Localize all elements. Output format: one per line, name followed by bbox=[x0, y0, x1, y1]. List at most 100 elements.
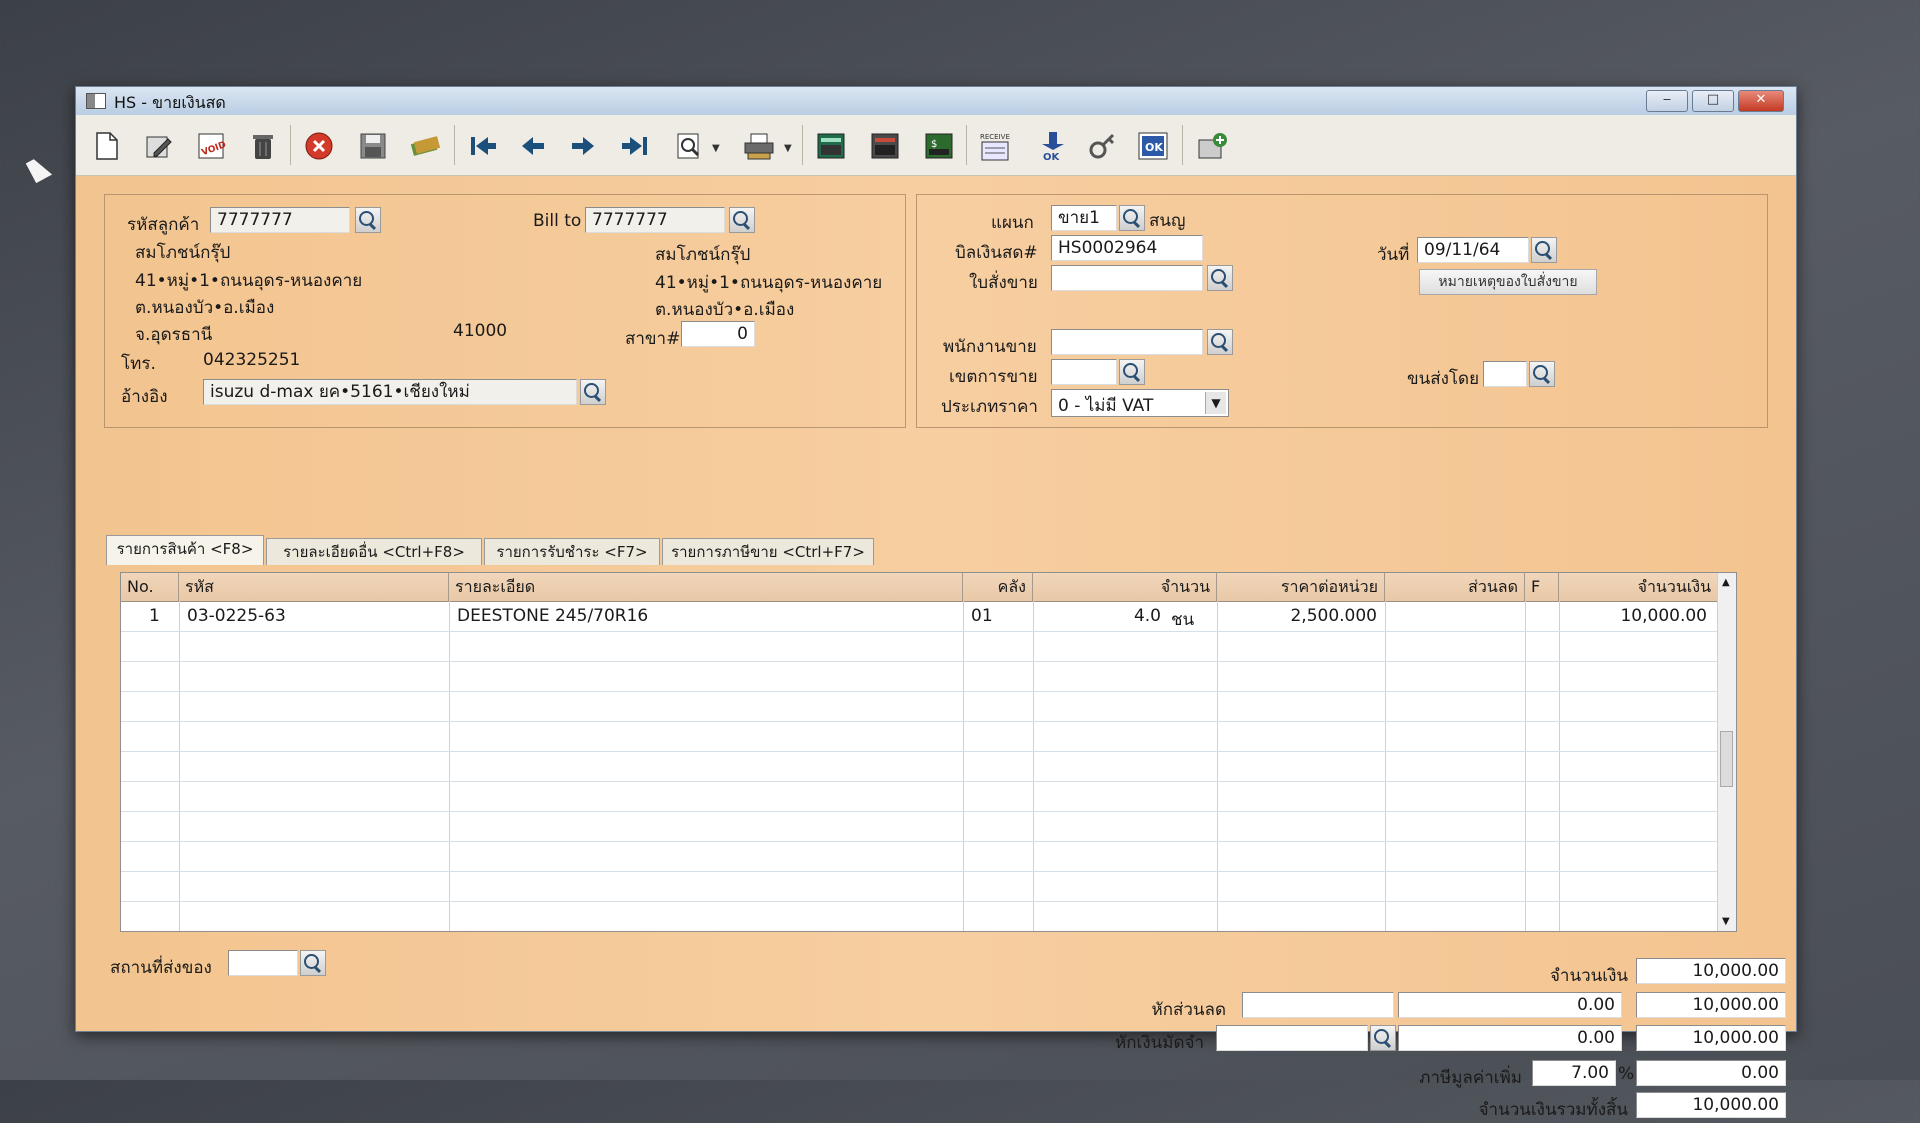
tab-items[interactable]: รายการสินค้า <F8> bbox=[106, 535, 264, 565]
reference-search-button[interactable] bbox=[580, 379, 606, 405]
row-divider bbox=[121, 751, 1718, 752]
search-icon bbox=[358, 210, 374, 226]
save-disk-icon[interactable] bbox=[356, 129, 390, 163]
customer-code-field[interactable]: 7777777 bbox=[210, 207, 350, 233]
department-field[interactable]: ขาย1 bbox=[1051, 205, 1117, 231]
deposit-ref-field[interactable] bbox=[1216, 1025, 1368, 1051]
sales-area-search-button[interactable] bbox=[1119, 359, 1145, 385]
search-icon bbox=[1534, 240, 1550, 256]
bill-to-search-button[interactable] bbox=[729, 207, 755, 233]
date-picker-button[interactable] bbox=[1531, 237, 1557, 263]
scrollbar-thumb[interactable] bbox=[1720, 731, 1733, 787]
void-icon[interactable]: VOID bbox=[194, 129, 228, 163]
date-field[interactable]: 09/11/64 bbox=[1417, 237, 1529, 263]
shipping-field[interactable] bbox=[1483, 361, 1527, 387]
column-header-unit-price[interactable]: ราคาต่อหน่วย bbox=[1217, 573, 1385, 601]
salesperson-search-button[interactable] bbox=[1207, 329, 1233, 355]
amount-field[interactable]: 10,000.00 bbox=[1636, 958, 1786, 984]
sales-order-label: ใบสั่งขาย bbox=[969, 273, 1038, 293]
sales-area-label: เขตการขาย bbox=[949, 367, 1038, 387]
column-header-code[interactable]: รหัส bbox=[179, 573, 449, 601]
row-divider bbox=[121, 781, 1718, 782]
delete-bin-icon[interactable] bbox=[246, 129, 280, 163]
column-header-amount[interactable]: จำนวนเงิน bbox=[1559, 573, 1718, 601]
search-icon bbox=[1122, 208, 1138, 224]
settings-icon[interactable] bbox=[1196, 129, 1230, 163]
reference-field[interactable]: isuzu d-max ยค•5161•เชียงใหม่ bbox=[203, 379, 577, 405]
column-header-f[interactable]: F bbox=[1525, 573, 1559, 601]
sales-order-note-button[interactable]: หมายเหตุของใบสั่งขาย bbox=[1419, 269, 1597, 295]
toolbar-separator bbox=[454, 125, 455, 165]
sales-area-field[interactable] bbox=[1051, 359, 1117, 385]
column-header-quantity[interactable]: จำนวน bbox=[1033, 573, 1217, 601]
sales-order-search-button[interactable] bbox=[1207, 265, 1233, 291]
screen-b-icon[interactable] bbox=[868, 129, 902, 163]
ship-place-search-button[interactable] bbox=[300, 950, 326, 976]
next-record-icon[interactable] bbox=[566, 129, 600, 163]
vat-amount-field[interactable]: 0.00 bbox=[1636, 1060, 1786, 1086]
previous-record-icon[interactable] bbox=[516, 129, 550, 163]
find-dropdown-icon[interactable]: ▼ bbox=[712, 143, 720, 154]
print-dropdown-icon[interactable]: ▼ bbox=[784, 143, 792, 154]
phone-label: โทร. bbox=[121, 354, 156, 374]
column-divider bbox=[1525, 601, 1526, 931]
screen-a-icon[interactable] bbox=[814, 129, 848, 163]
customer-address-2: ต.หนองบัว•อ.เมือง bbox=[135, 298, 275, 318]
customer-code-label: รหัสลูกค้า bbox=[127, 215, 200, 235]
after-discount-field[interactable]: 10,000.00 bbox=[1636, 992, 1786, 1018]
minimize-button[interactable]: ‒ bbox=[1646, 90, 1688, 112]
branch-label: สาขา# bbox=[625, 329, 681, 349]
salesperson-field[interactable] bbox=[1051, 329, 1203, 355]
deposit-search-button[interactable] bbox=[1370, 1025, 1396, 1051]
tab-other-details[interactable]: รายละเอียดอื่น <Ctrl+F8> bbox=[266, 538, 482, 565]
sales-order-field[interactable] bbox=[1051, 265, 1203, 291]
deposit-value-field[interactable]: 0.00 bbox=[1398, 1025, 1622, 1051]
ship-place-field[interactable] bbox=[228, 950, 298, 976]
discount-value-field[interactable]: 0.00 bbox=[1398, 992, 1622, 1018]
scroll-down-icon[interactable]: ▼ bbox=[1722, 916, 1730, 927]
vat-rate-field[interactable]: 7.00 bbox=[1532, 1060, 1616, 1086]
first-record-icon[interactable] bbox=[466, 129, 500, 163]
vat-label: ภาษีมูลค่าเพิ่ม bbox=[1419, 1068, 1522, 1088]
close-button[interactable]: ✕ bbox=[1738, 90, 1784, 112]
scroll-up-icon[interactable]: ▲ bbox=[1722, 577, 1730, 588]
column-header-discount[interactable]: ส่วนลด bbox=[1385, 573, 1525, 601]
grand-total-field[interactable]: 10,000.00 bbox=[1636, 1092, 1786, 1118]
report-icon[interactable]: RECEIVE bbox=[978, 129, 1012, 163]
window-title: HS - ขายเงินสด bbox=[114, 93, 226, 112]
branch-field[interactable]: 0 bbox=[681, 321, 755, 347]
bill-to-code-field[interactable]: 7777777 bbox=[585, 207, 725, 233]
department-label: แผนก bbox=[991, 213, 1034, 233]
new-doc-icon[interactable] bbox=[90, 129, 124, 163]
grid-scrollbar[interactable]: ▲ ▼ bbox=[1717, 573, 1736, 931]
find-icon[interactable] bbox=[672, 129, 706, 163]
edit-icon[interactable] bbox=[142, 129, 176, 163]
column-header-description[interactable]: รายละเอียด bbox=[449, 573, 963, 601]
items-grid: No. รหัส รายละเอียด คลัง จำนวน ราคาต่อหน… bbox=[120, 572, 1737, 932]
after-deposit-field[interactable]: 10,000.00 bbox=[1636, 1025, 1786, 1051]
approve-ok-icon[interactable]: OK bbox=[1036, 129, 1070, 163]
cash-bill-number-field[interactable]: HS0002964 bbox=[1051, 235, 1203, 261]
cancel-icon[interactable] bbox=[302, 129, 336, 163]
screen-c-icon[interactable]: $ bbox=[922, 129, 956, 163]
ok-check-icon[interactable]: OK bbox=[1136, 129, 1170, 163]
department-search-button[interactable] bbox=[1119, 205, 1145, 231]
refresh-icon[interactable] bbox=[408, 129, 442, 163]
key-icon[interactable] bbox=[1086, 129, 1120, 163]
chevron-down-icon[interactable]: ▼ bbox=[1205, 392, 1226, 414]
column-header-no[interactable]: No. bbox=[121, 573, 179, 601]
discount-rate-field[interactable] bbox=[1242, 992, 1394, 1018]
ship-place-label: สถานที่ส่งของ bbox=[110, 958, 212, 978]
customer-search-button[interactable] bbox=[355, 207, 381, 233]
toolbar: VOID ▼ ▼ $ RECEIVE OK OK bbox=[76, 115, 1796, 176]
tab-sales-tax[interactable]: รายการภาษีขาย <Ctrl+F7> bbox=[662, 538, 874, 565]
shipping-search-button[interactable] bbox=[1529, 361, 1555, 387]
tab-payments[interactable]: รายการรับชำระ <F7> bbox=[484, 538, 660, 565]
last-record-icon[interactable] bbox=[618, 129, 652, 163]
price-type-value: 0 - ไม่มี VAT bbox=[1058, 396, 1154, 416]
price-type-select[interactable]: 0 - ไม่มี VAT ▼ bbox=[1051, 389, 1229, 417]
search-icon bbox=[1122, 362, 1138, 378]
print-icon[interactable] bbox=[742, 129, 776, 163]
column-header-warehouse[interactable]: คลัง bbox=[963, 573, 1033, 601]
maximize-button[interactable]: □ bbox=[1692, 90, 1734, 112]
